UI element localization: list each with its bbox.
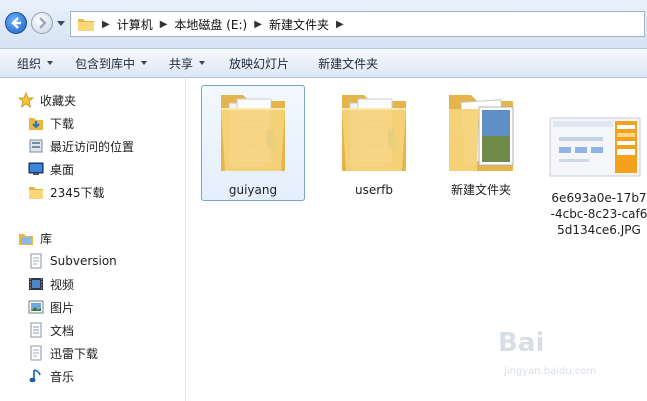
nav-item-recent-places[interactable]: 最近访问的位置	[28, 136, 134, 156]
pictures-icon	[28, 299, 44, 315]
breadcrumb-separator[interactable]: ▶	[95, 19, 117, 30]
folder-with-documents-icon	[221, 95, 285, 171]
document-library-icon	[28, 253, 44, 269]
document-library-icon	[28, 345, 44, 361]
breadcrumb-separator[interactable]: ▶	[247, 19, 269, 30]
nav-item-pictures[interactable]: 图片	[28, 297, 74, 317]
forward-button[interactable]	[31, 12, 53, 34]
music-note-icon	[28, 368, 44, 384]
path-box[interactable]: ▶ 计算机 ▶ 本地磁盘 (E:) ▶ 新建文件夹 ▶	[70, 11, 645, 37]
navigation-pane: 收藏夹 下载 最近访问的位置 桌面 2345下载 库 Subversion 视频…	[0, 78, 186, 401]
nav-item-documents[interactable]: 文档	[28, 320, 74, 340]
nav-item-thunder-downloads[interactable]: 迅雷下载	[28, 343, 98, 363]
breadcrumb-computer[interactable]: 计算机	[117, 16, 153, 33]
recent-pages-dropdown[interactable]	[57, 21, 65, 26]
file-name-line: -4cbc-8c23-caf6	[550, 207, 647, 221]
nav-item-subversion[interactable]: Subversion	[28, 251, 117, 271]
video-icon	[28, 276, 44, 292]
nav-item-music[interactable]: 音乐	[28, 366, 74, 386]
breadcrumb-separator[interactable]: ▶	[329, 19, 351, 30]
folder-with-pictures-icon	[449, 95, 514, 171]
image-thumbnail	[549, 117, 641, 177]
nav-libraries[interactable]: 库	[18, 228, 52, 248]
slideshow-button[interactable]: 放映幻灯片	[229, 55, 289, 72]
command-bar: 组织 包含到库中 共享 放映幻灯片 新建文件夹	[0, 49, 647, 78]
desktop-icon	[28, 161, 44, 177]
breadcrumb-separator[interactable]: ▶	[153, 19, 175, 30]
downloads-folder-icon	[28, 115, 44, 131]
file-name: guiyang	[228, 183, 278, 197]
file-name: 新建文件夹	[450, 183, 511, 197]
address-bar: ▶ 计算机 ▶ 本地磁盘 (E:) ▶ 新建文件夹 ▶	[0, 0, 647, 49]
nav-favorites[interactable]: 收藏夹	[17, 90, 76, 110]
new-folder-button[interactable]: 新建文件夹	[318, 55, 378, 72]
folder-with-documents-icon	[342, 95, 406, 171]
documents-icon	[28, 322, 44, 338]
breadcrumb-drive-e[interactable]: 本地磁盘 (E:)	[174, 16, 247, 33]
nav-item-2345-downloads[interactable]: 2345下载	[28, 182, 105, 202]
nav-item-downloads[interactable]: 下载	[28, 113, 74, 133]
organize-button[interactable]: 组织	[17, 55, 54, 72]
nav-item-videos[interactable]: 视频	[28, 274, 74, 294]
back-button[interactable]	[5, 12, 27, 34]
recent-places-icon	[28, 138, 44, 154]
file-list: guiyang userfb 新建文件夹 6e693a0e-17b7 -4cbc…	[186, 78, 647, 401]
folder-icon	[78, 19, 94, 31]
nav-item-desktop[interactable]: 桌面	[28, 159, 74, 179]
dropdown-arrow-icon	[141, 61, 148, 65]
breadcrumb-new-folder[interactable]: 新建文件夹	[269, 16, 329, 33]
file-name-line: 6e693a0e-17b7	[551, 191, 647, 205]
file-name: 6e693a0e-17b7 -4cbc-8c23-caf6 5d134ce6.J…	[547, 190, 647, 238]
dropdown-arrow-icon	[47, 61, 54, 65]
share-button[interactable]: 共享	[169, 55, 206, 72]
include-in-library-button[interactable]: 包含到库中	[75, 55, 148, 72]
star-icon	[17, 91, 35, 108]
file-name-line: 5d134ce6.JPG	[557, 223, 641, 237]
folder-icon	[28, 184, 44, 200]
arrow-right-icon	[39, 17, 47, 29]
arrow-left-icon	[11, 17, 21, 29]
dropdown-arrow-icon	[199, 61, 206, 65]
library-icon	[18, 230, 34, 246]
file-name: userfb	[354, 183, 393, 197]
